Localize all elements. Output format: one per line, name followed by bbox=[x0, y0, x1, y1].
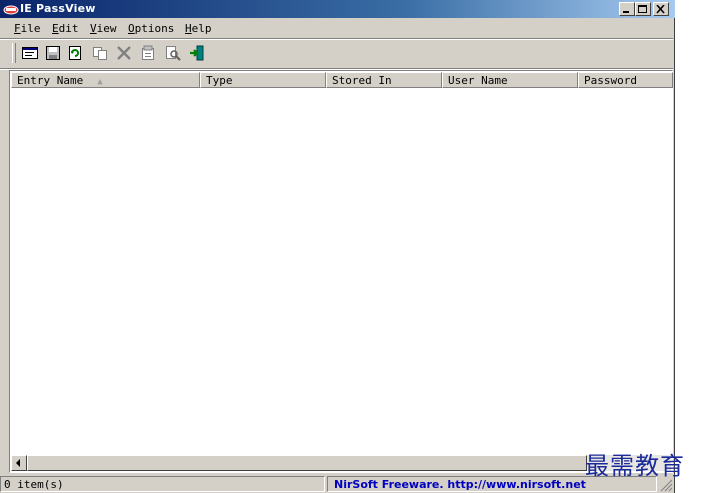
toolbar bbox=[0, 40, 673, 68]
scroll-thumb[interactable] bbox=[27, 455, 587, 471]
scroll-left-button[interactable] bbox=[11, 455, 27, 471]
exit-icon[interactable] bbox=[188, 44, 206, 62]
window-title: IE PassView bbox=[20, 2, 96, 15]
delete-icon[interactable] bbox=[115, 44, 133, 62]
list-header: Entry Name ▲ Type Stored In User Name Pas… bbox=[11, 72, 673, 89]
close-button[interactable] bbox=[653, 2, 669, 16]
arrow-left-icon bbox=[16, 459, 20, 467]
menu-bar: File Edit View Options Help bbox=[0, 19, 675, 38]
find-icon[interactable] bbox=[164, 44, 182, 62]
column-password[interactable]: Password bbox=[578, 72, 673, 88]
status-item-count: 0 item(s) bbox=[0, 476, 325, 492]
column-entry-name[interactable]: Entry Name ▲ bbox=[11, 72, 200, 88]
title-bar[interactable]: IE PassView bbox=[0, 0, 675, 18]
menu-options[interactable]: Options bbox=[128, 22, 174, 35]
minimize-icon bbox=[623, 11, 629, 13]
maximize-button[interactable] bbox=[635, 2, 651, 16]
status-bar: 0 item(s) NirSoft Freeware. http://www.n… bbox=[0, 475, 675, 493]
menu-edit[interactable]: Edit bbox=[52, 22, 79, 35]
close-icon bbox=[656, 5, 665, 14]
properties-icon[interactable] bbox=[21, 44, 39, 62]
column-user-name[interactable]: User Name bbox=[442, 72, 578, 88]
report-icon[interactable] bbox=[139, 44, 157, 62]
password-list[interactable]: Entry Name ▲ Type Stored In User Name Pas… bbox=[9, 70, 673, 473]
minimize-button[interactable] bbox=[619, 2, 635, 16]
copy-icon[interactable] bbox=[91, 44, 109, 62]
sort-ascending-icon: ▲ bbox=[97, 77, 103, 87]
horizontal-scrollbar[interactable] bbox=[11, 455, 671, 471]
app-logo-icon bbox=[3, 5, 19, 15]
maximize-icon bbox=[638, 5, 647, 13]
menu-help[interactable]: Help bbox=[185, 22, 212, 35]
toolbar-grip[interactable] bbox=[12, 43, 16, 63]
column-stored-in[interactable]: Stored In bbox=[326, 72, 442, 88]
menu-file[interactable]: File bbox=[14, 22, 41, 35]
app-window: IE PassView File Edit View Options Help bbox=[0, 0, 675, 493]
save-icon[interactable] bbox=[44, 44, 62, 62]
refresh-icon[interactable] bbox=[66, 44, 84, 62]
column-type[interactable]: Type bbox=[200, 72, 326, 88]
watermark-text: 最需教育 bbox=[585, 452, 685, 480]
menu-view[interactable]: View bbox=[90, 22, 117, 35]
